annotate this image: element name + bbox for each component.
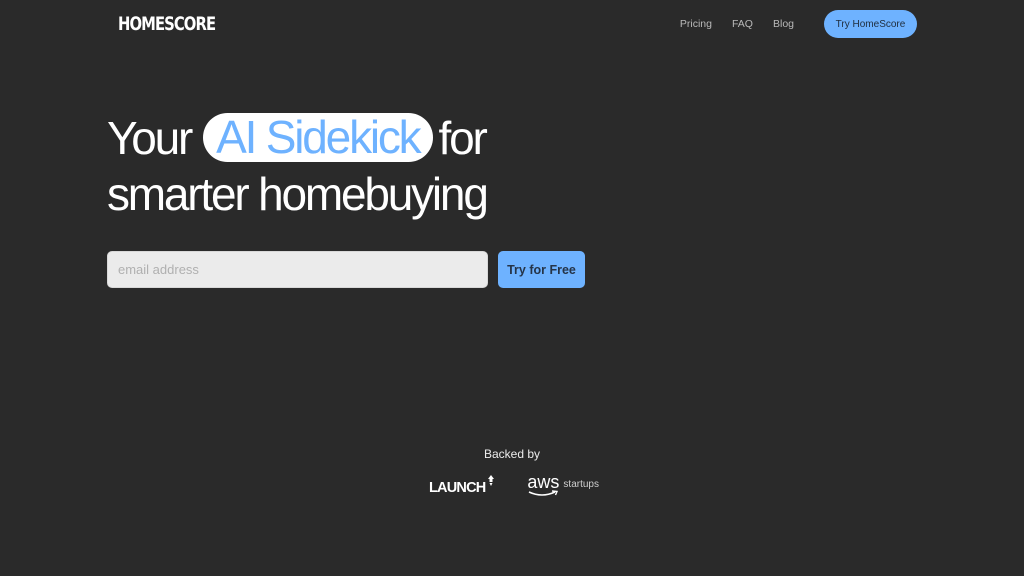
launch-logo-text: LAUNCH xyxy=(429,480,486,496)
hero-line-1: Your AI Sidekick for xyxy=(107,110,488,166)
aws-logo-text: aws xyxy=(527,472,560,492)
ai-sidekick-highlight: AI Sidekick xyxy=(203,113,433,162)
aws-startups-logo: aws startups xyxy=(527,472,599,498)
aws-mark: aws xyxy=(527,472,559,498)
nav-pricing-link[interactable]: Pricing xyxy=(680,18,712,30)
signup-form: Try for Free xyxy=(107,251,585,288)
hero-headline: Your AI Sidekick for smarter homebuying xyxy=(107,110,489,222)
nav-faq-link[interactable]: FAQ xyxy=(732,18,753,30)
try-for-free-button[interactable]: Try for Free xyxy=(498,251,585,288)
email-input[interactable] xyxy=(107,251,488,288)
aws-startups-text: startups xyxy=(563,478,599,490)
try-homescore-button[interactable]: Try HomeScore xyxy=(824,10,917,38)
backer-logos: LAUNCH aws startups xyxy=(429,472,599,498)
nav-blog-link[interactable]: Blog xyxy=(773,18,794,30)
aws-smile-icon xyxy=(529,490,559,496)
launch-logo: LAUNCH xyxy=(429,474,495,496)
homescore-logo[interactable]: HOMESCORE xyxy=(118,13,216,35)
hero-text-for: for xyxy=(438,112,488,164)
hero-line-2: smarter homebuying xyxy=(107,168,489,220)
top-nav: Pricing FAQ Blog Try HomeScore xyxy=(680,10,917,38)
backed-by-heading: Backed by xyxy=(483,447,541,461)
hero-text-your: Your xyxy=(107,112,193,164)
rocket-icon xyxy=(488,475,495,486)
